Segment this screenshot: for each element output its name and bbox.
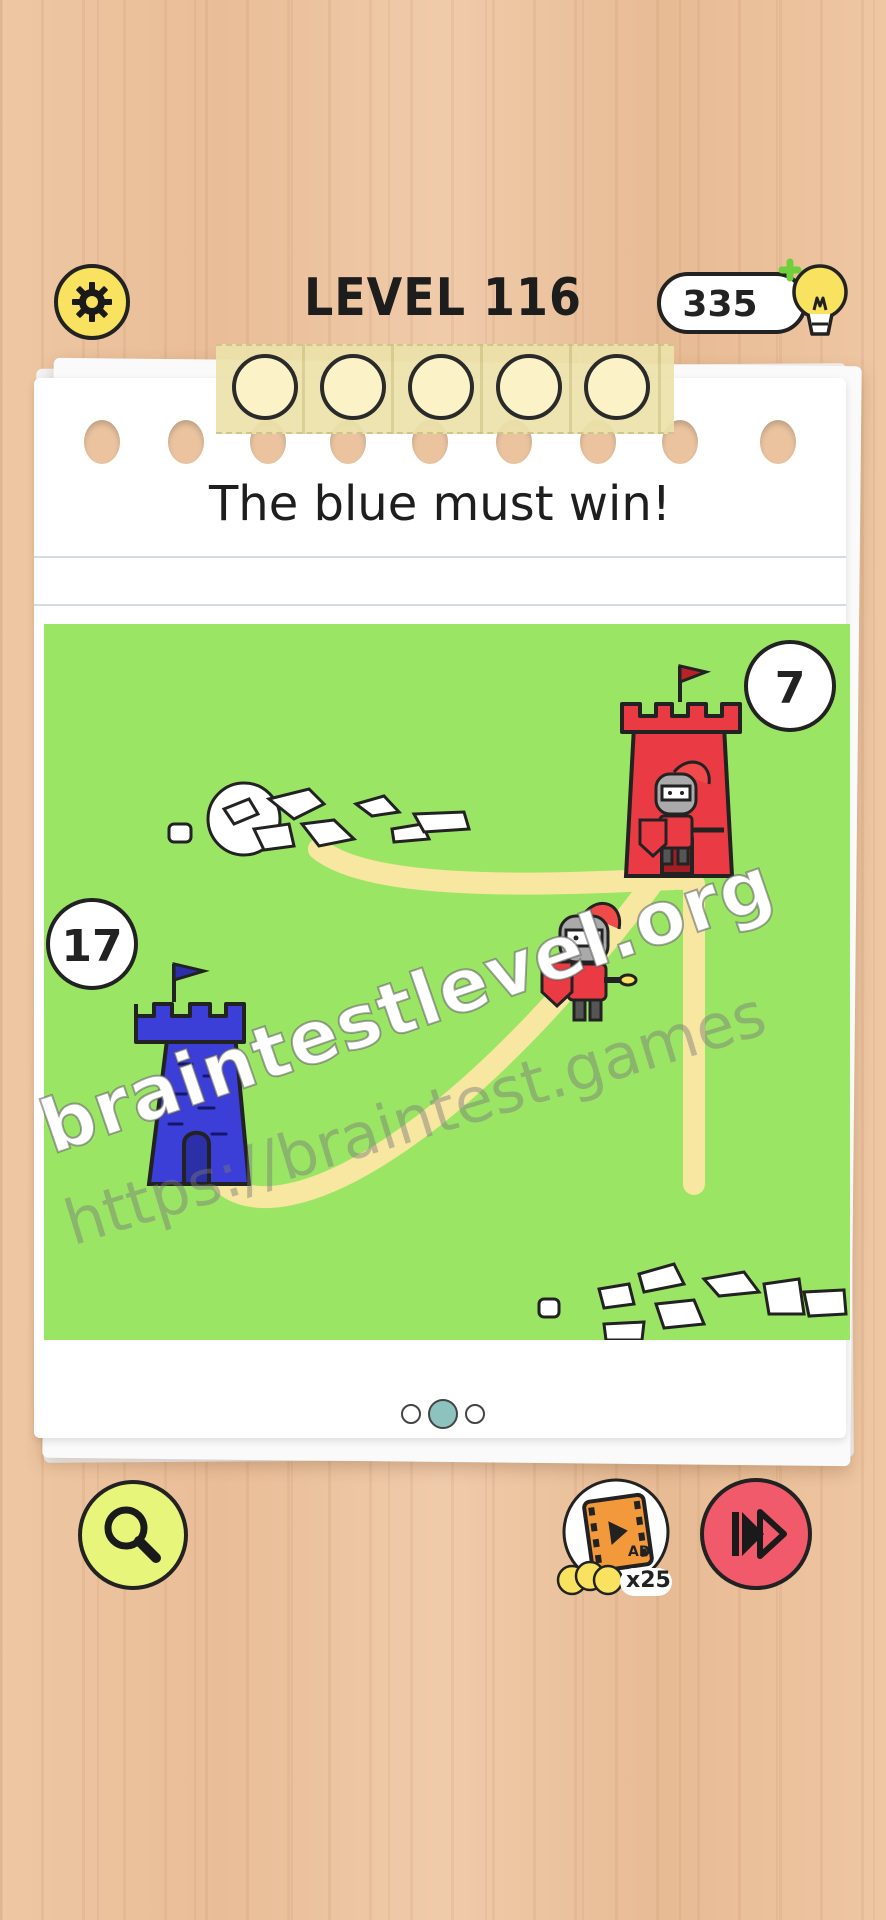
progress-slot (496, 354, 562, 420)
lightbulb-icon[interactable] (762, 248, 862, 348)
page-dot-active[interactable] (428, 1399, 458, 1429)
progress-slot (320, 354, 386, 420)
page-dot[interactable] (401, 1404, 421, 1424)
gear-icon (72, 282, 112, 322)
ad-label: AD (628, 1544, 651, 1560)
hint-count: 335 (682, 284, 758, 325)
film-icon (556, 1478, 672, 1596)
page-indicator (401, 1399, 485, 1429)
blue-tower-count: 17 (61, 921, 122, 972)
level-title: LEVEL 116 (303, 266, 583, 328)
zoom-button[interactable] (78, 1480, 188, 1590)
progress-slot (408, 354, 474, 420)
fast-forward-icon (732, 1509, 787, 1559)
rubble-pile (537, 1262, 848, 1340)
ad-reward-cost: x25 (626, 1568, 671, 1593)
paper-hole (760, 420, 796, 464)
magnifier-icon (104, 1506, 161, 1563)
page-dot[interactable] (465, 1404, 485, 1424)
divider (34, 556, 846, 558)
paper-hole (84, 420, 120, 464)
troop-path (308, 838, 685, 895)
progress-slot (584, 354, 650, 420)
divider (34, 604, 846, 606)
watch-ad-button[interactable]: AD (552, 1476, 692, 1606)
paper-hole (168, 420, 204, 464)
red-tower-count: 7 (775, 663, 806, 714)
puzzle-prompt: The blue must win! (208, 476, 672, 532)
rubble-pile (167, 781, 471, 857)
settings-button[interactable] (54, 264, 130, 340)
progress-slot (232, 354, 298, 420)
skip-level-button[interactable] (700, 1478, 812, 1590)
